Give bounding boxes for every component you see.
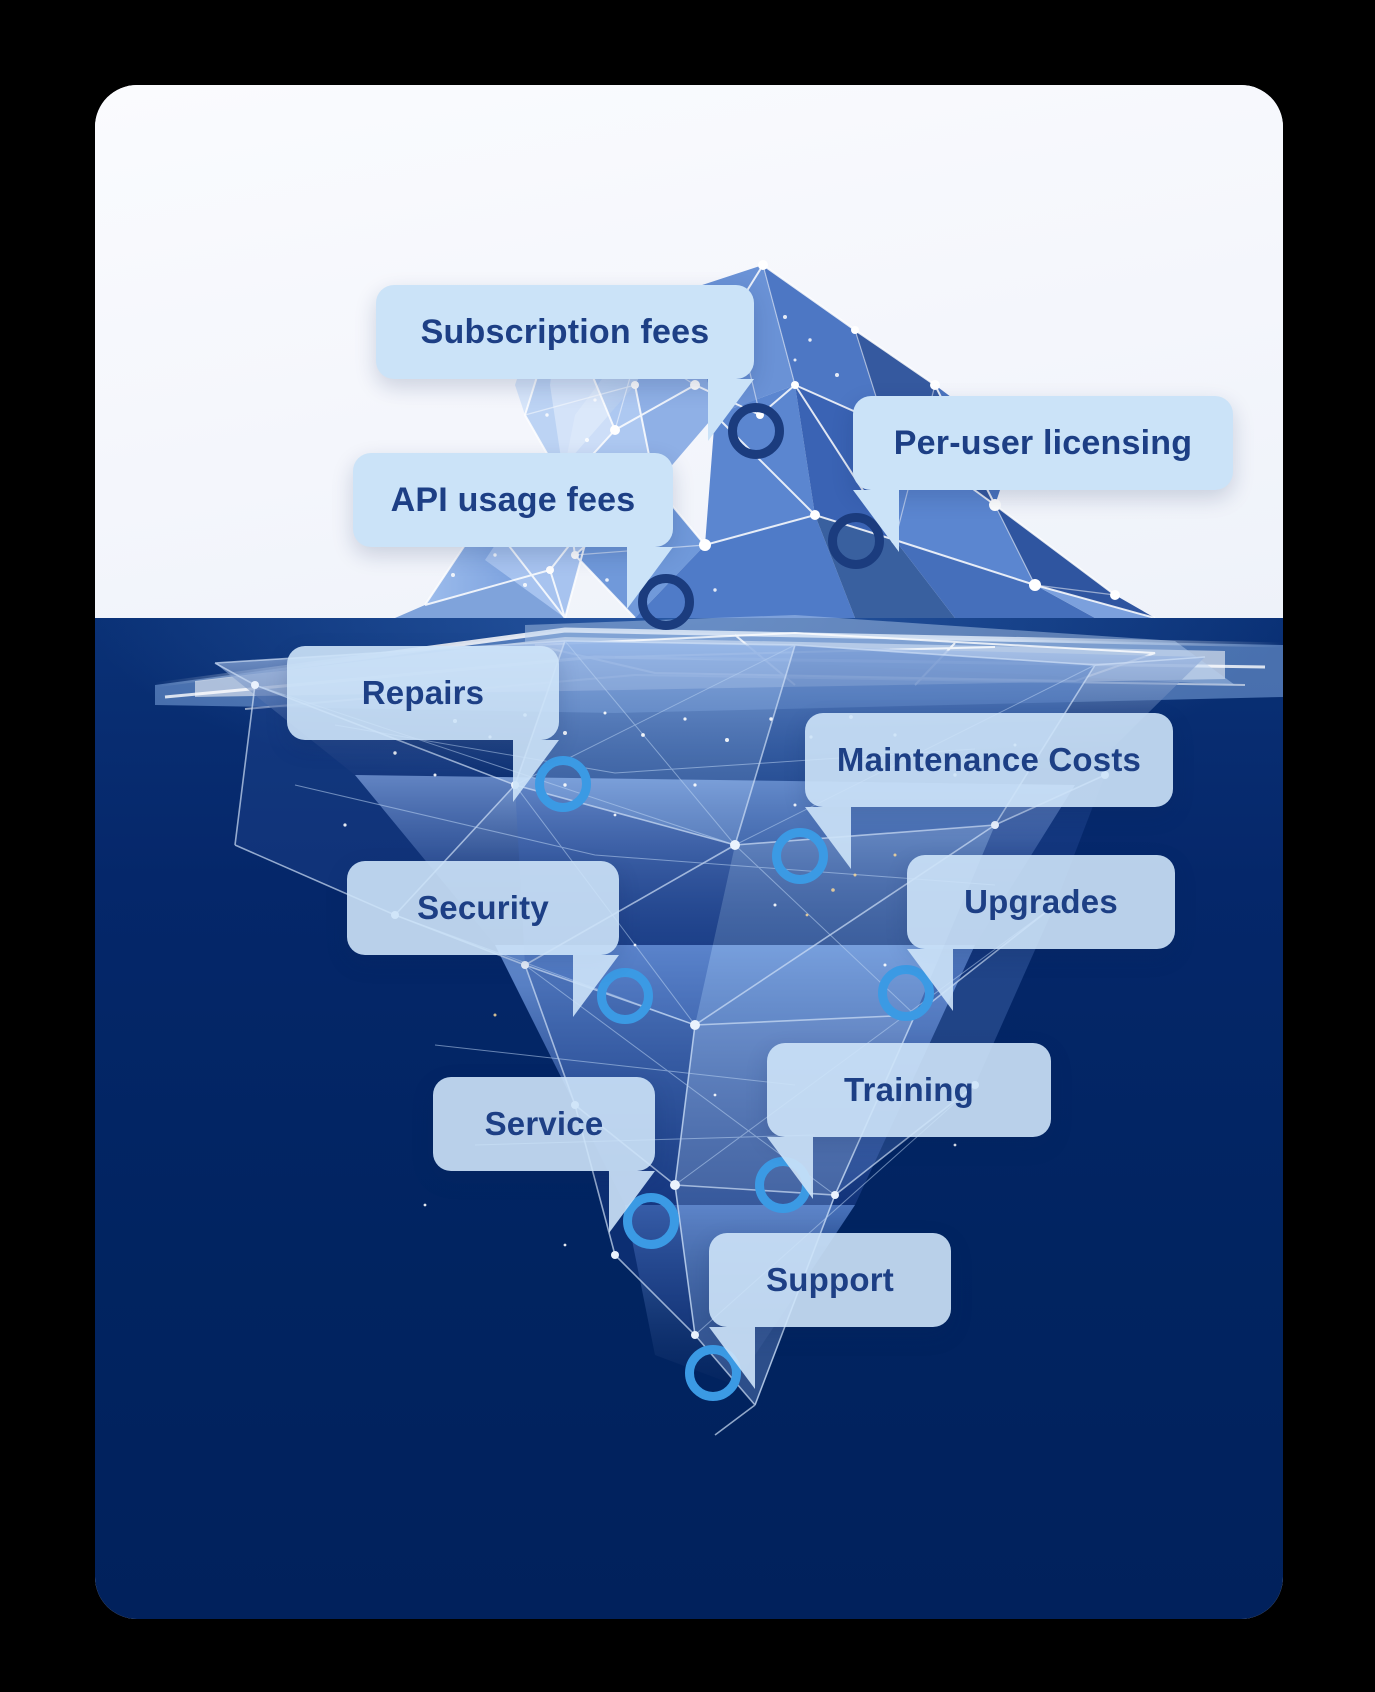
label-text-api-usage-fees: API usage fees (390, 480, 636, 519)
label-text-support: Support (766, 1261, 894, 1298)
label-bubble-api-usage-fees[interactable]: API usage fees (353, 453, 673, 609)
iceberg-infographic-card: Subscription fees API usage fees Per-use… (95, 85, 1283, 1619)
label-text-upgrades: Upgrades (964, 883, 1118, 920)
label-bubble-service[interactable]: Service (433, 1077, 655, 1233)
label-text-repairs: Repairs (361, 674, 485, 711)
label-text-security: Security (417, 889, 549, 926)
label-text-maintenance-costs: Maintenance Costs (836, 741, 1142, 778)
label-bubble-support[interactable]: Support (709, 1233, 951, 1389)
label-bubble-maintenance-costs[interactable]: Maintenance Costs (805, 713, 1173, 869)
label-text-per-user-licensing: Per-user licensing (893, 423, 1193, 462)
label-bubble-repairs[interactable]: Repairs (287, 646, 559, 802)
label-bubble-upgrades[interactable]: Upgrades (907, 855, 1175, 1011)
label-bubble-per-user-licensing[interactable]: Per-user licensing (853, 396, 1233, 552)
label-bubble-subscription-fees[interactable]: Subscription fees (376, 285, 754, 441)
label-text-subscription-fees: Subscription fees (420, 312, 710, 351)
label-bubble-security[interactable]: Security (347, 861, 619, 1017)
label-bubble-training[interactable]: Training (767, 1043, 1051, 1199)
label-text-training: Training (844, 1071, 974, 1108)
label-text-service: Service (484, 1105, 604, 1142)
